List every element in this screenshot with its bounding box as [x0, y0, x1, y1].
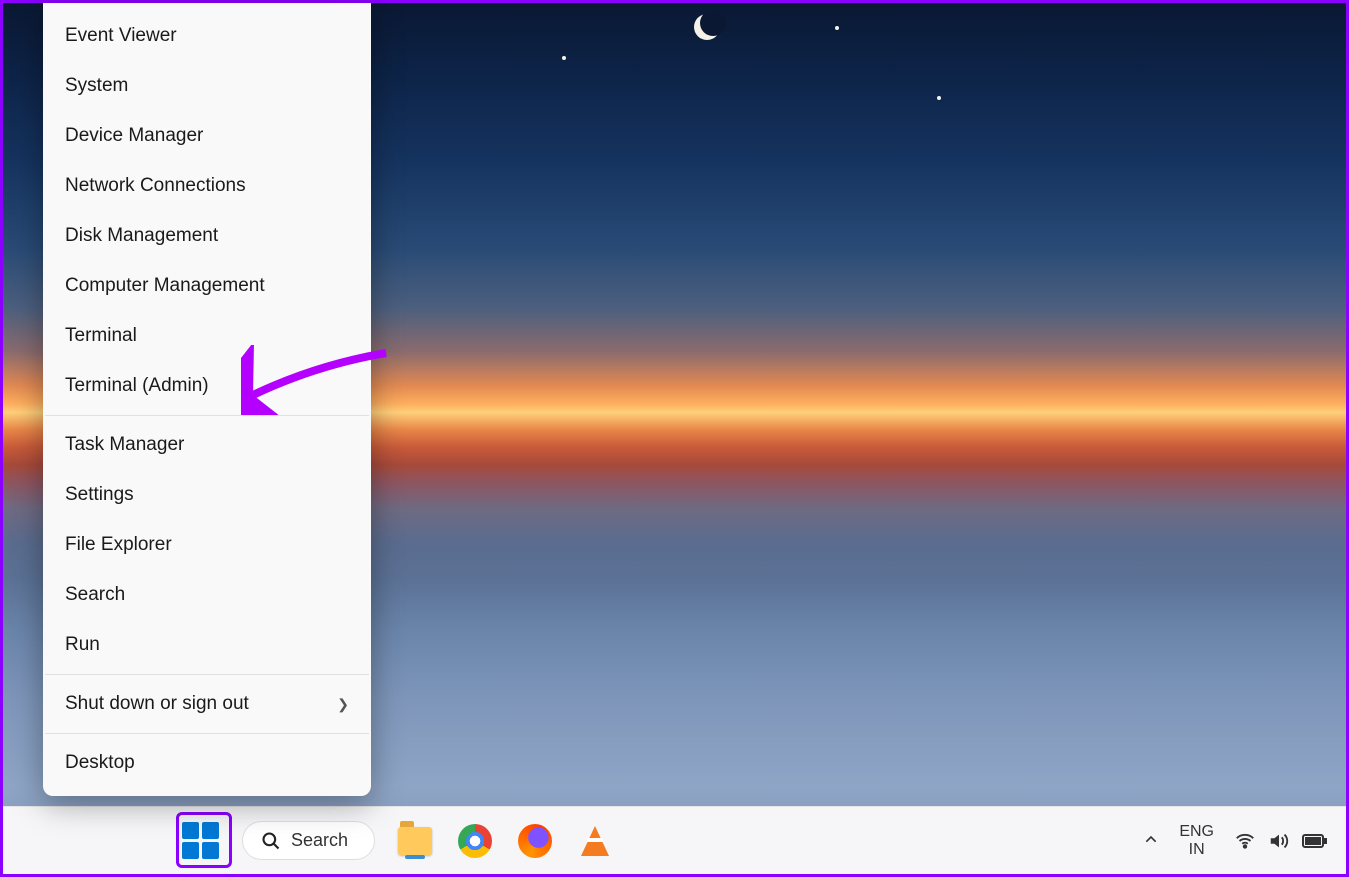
menu-item-system[interactable]: System	[43, 61, 371, 111]
menu-separator	[45, 733, 369, 734]
search-label: Search	[291, 830, 348, 851]
taskbar-search[interactable]: Search	[242, 821, 375, 860]
taskbar-vlc[interactable]	[575, 821, 615, 861]
taskbar-firefox[interactable]	[515, 821, 555, 861]
moon-graphic	[694, 14, 720, 40]
folder-icon	[398, 827, 432, 855]
menu-item-disk-management[interactable]: Disk Management	[43, 211, 371, 261]
menu-item-terminal-admin[interactable]: Terminal (Admin)	[43, 361, 371, 411]
firefox-icon	[518, 824, 552, 858]
menu-item-run[interactable]: Run	[43, 620, 371, 670]
menu-item-network-connections[interactable]: Network Connections	[43, 161, 371, 211]
taskbar: Search ENG IN	[3, 806, 1346, 874]
menu-item-desktop[interactable]: Desktop	[43, 738, 371, 788]
menu-item-event-viewer[interactable]: Event Viewer	[43, 11, 371, 61]
system-tray: ENG IN	[1143, 823, 1328, 858]
star-graphic	[835, 26, 839, 30]
menu-item-computer-management[interactable]: Computer Management	[43, 261, 371, 311]
language-indicator[interactable]: ENG IN	[1179, 823, 1214, 858]
star-graphic	[937, 96, 941, 100]
taskbar-chrome[interactable]	[455, 821, 495, 861]
menu-item-settings[interactable]: Settings	[43, 470, 371, 520]
menu-separator	[45, 415, 369, 416]
menu-item-terminal[interactable]: Terminal	[43, 311, 371, 361]
chevron-right-icon: ❯	[337, 696, 349, 713]
taskbar-file-explorer[interactable]	[395, 821, 435, 861]
star-graphic	[562, 56, 566, 60]
volume-icon[interactable]	[1268, 830, 1290, 852]
menu-separator	[45, 674, 369, 675]
start-button[interactable]	[178, 819, 222, 863]
winx-context-menu: Event Viewer System Device Manager Netwo…	[43, 3, 371, 796]
menu-item-device-manager[interactable]: Device Manager	[43, 111, 371, 161]
menu-item-file-explorer[interactable]: File Explorer	[43, 520, 371, 570]
vlc-cone-icon	[581, 826, 609, 856]
windows-logo-icon	[182, 822, 219, 859]
chrome-icon	[458, 824, 492, 858]
menu-item-shutdown-signout[interactable]: Shut down or sign out ❯	[43, 679, 371, 729]
tray-overflow-chevron-up-icon[interactable]	[1143, 831, 1159, 851]
battery-icon[interactable]	[1302, 832, 1328, 850]
menu-item-search[interactable]: Search	[43, 570, 371, 620]
menu-item-task-manager[interactable]: Task Manager	[43, 420, 371, 470]
wifi-icon[interactable]	[1234, 830, 1256, 852]
search-icon	[261, 831, 281, 851]
